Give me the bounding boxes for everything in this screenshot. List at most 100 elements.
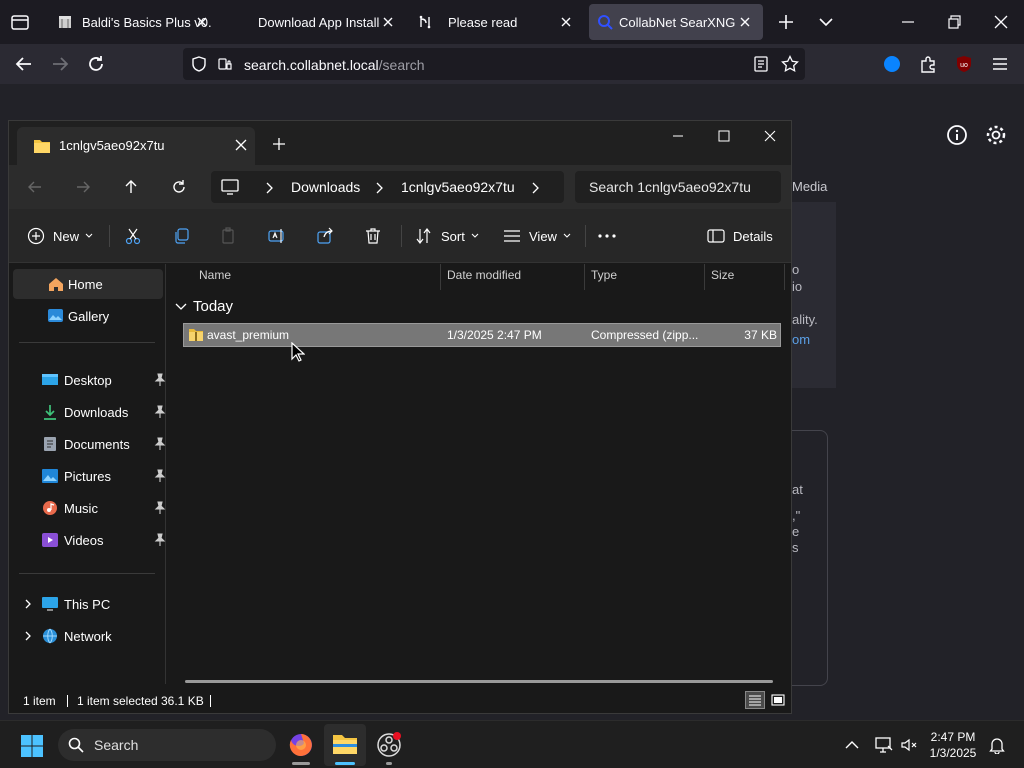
browser-tab-download[interactable]: Download App Installe [236,4,406,40]
close-icon[interactable] [558,14,574,30]
column-header-date[interactable]: Date modified [447,268,521,290]
close-window-icon[interactable] [747,121,793,151]
lock-icon[interactable] [217,56,233,72]
obs-icon[interactable] [376,732,402,758]
column-header-size[interactable]: Size [711,268,734,290]
sidebar-item-gallery[interactable]: Gallery [13,301,163,331]
close-window-icon[interactable] [991,12,1011,32]
pin-icon[interactable] [154,405,166,419]
column-header-name[interactable]: Name [199,268,231,290]
sidebar-item-music[interactable]: Music [13,493,166,523]
new-tab-icon[interactable] [272,137,286,151]
column-divider[interactable] [784,264,785,290]
minimize-icon[interactable] [655,121,701,151]
file-row-avast-premium[interactable]: avast_premium 1/3/2025 2:47 PM Compresse… [183,323,781,347]
expand-chevron-icon[interactable] [23,630,33,642]
pin-icon[interactable] [154,469,166,483]
back-button[interactable] [10,50,38,78]
sidebar-item-pictures[interactable]: Pictures [13,461,166,491]
reload-button[interactable] [82,50,110,78]
browser-tab-searxng[interactable]: CollabNet SearXNG [589,4,763,40]
minimize-icon[interactable] [898,12,918,32]
column-divider[interactable] [584,264,585,290]
menu-icon[interactable] [986,50,1014,78]
expand-chevron-icon[interactable] [23,598,33,610]
details-view-icon[interactable] [745,691,765,709]
share-icon[interactable] [313,224,337,248]
column-divider[interactable] [440,264,441,290]
display-icon[interactable] [872,733,896,757]
sidebar-item-desktop[interactable]: Desktop [13,365,166,395]
explorer-tab[interactable]: 1cnlgv5aeo92x7tu [17,127,255,165]
new-button[interactable]: New [27,223,93,249]
pin-icon[interactable] [154,501,166,515]
group-header-today[interactable]: Today [175,298,233,315]
back-button[interactable] [21,173,49,201]
sidebar-item-home[interactable]: Home [13,269,163,299]
cut-icon[interactable] [121,224,145,248]
bookmark-star-icon[interactable] [781,55,799,73]
close-icon[interactable] [194,14,210,30]
pin-icon[interactable] [154,437,166,451]
breadcrumb-downloads[interactable]: Downloads [291,179,360,195]
rename-icon[interactable] [265,224,289,248]
up-button[interactable] [117,173,145,201]
file-explorer-taskbar-icon[interactable] [324,724,366,766]
pin-icon[interactable] [154,533,166,547]
tiles-view-icon[interactable] [769,691,787,709]
sidebar-item-this-pc[interactable]: This PC [13,589,163,619]
browser-tab-please-read[interactable]: Please read [410,4,584,40]
close-tab-icon[interactable] [235,139,247,151]
account-icon[interactable] [878,50,906,78]
info-icon[interactable] [946,124,968,146]
sidebar-item-videos[interactable]: Videos [13,525,166,555]
extensions-icon[interactable] [914,50,942,78]
clock[interactable]: 2:47 PM 1/3/2025 [918,729,988,761]
sort-button[interactable]: Sort [415,223,479,249]
sidebar-label: Documents [64,437,130,452]
breadcrumb-chevron-icon[interactable] [375,182,383,194]
forward-button[interactable] [69,173,97,201]
tab-overview-icon[interactable] [10,12,30,32]
taskbar-search[interactable]: Search [58,729,276,761]
refresh-button[interactable] [165,173,193,201]
browser-tab-baldi[interactable]: Baldi's Basics Plus v0.6 [50,4,220,40]
shield-icon[interactable] [191,56,207,72]
sidebar-item-downloads[interactable]: Downloads [13,397,166,427]
breadcrumb-chevron-icon[interactable] [531,182,539,194]
maximize-icon[interactable] [701,121,747,151]
view-button[interactable]: View [503,223,571,249]
ublock-origin-icon[interactable]: uo [950,50,978,78]
settings-gear-icon[interactable] [985,124,1007,146]
delete-icon[interactable] [361,224,385,248]
search-input[interactable]: Search 1cnlgv5aeo92x7tu [575,171,781,203]
reader-view-icon[interactable] [753,56,769,72]
media-tab[interactable]: Media [792,179,827,194]
column-divider[interactable] [704,264,705,290]
paste-icon[interactable] [217,224,241,248]
copy-icon[interactable] [169,224,193,248]
details-button[interactable]: Details [707,223,773,249]
sidebar-item-documents[interactable]: Documents [13,429,166,459]
close-icon[interactable] [737,14,753,30]
sidebar-item-network[interactable]: Network [13,621,163,651]
view-label: View [529,228,557,244]
url-bar[interactable]: search.collabnet.local/search [183,48,805,80]
pin-icon[interactable] [154,373,166,387]
notification-bell-icon[interactable] [985,733,1009,757]
breadcrumb-folder[interactable]: 1cnlgv5aeo92x7tu [401,179,515,195]
close-icon[interactable] [380,14,396,30]
chevron-up-icon[interactable] [840,733,864,757]
forward-button[interactable] [46,50,74,78]
more-options-icon[interactable] [595,224,619,248]
column-header-type[interactable]: Type [591,268,617,290]
restore-icon[interactable] [944,12,964,32]
new-tab-icon[interactable] [776,12,796,32]
snippet-link[interactable]: om [792,332,810,347]
breadcrumb-chevron-icon[interactable] [265,182,273,194]
list-tabs-chevron-icon[interactable] [816,12,836,32]
horizontal-scrollbar[interactable] [185,680,773,683]
address-bar[interactable]: Downloads 1cnlgv5aeo92x7tu [211,171,564,203]
firefox-icon[interactable] [288,732,314,758]
start-windows-icon[interactable] [20,734,44,758]
